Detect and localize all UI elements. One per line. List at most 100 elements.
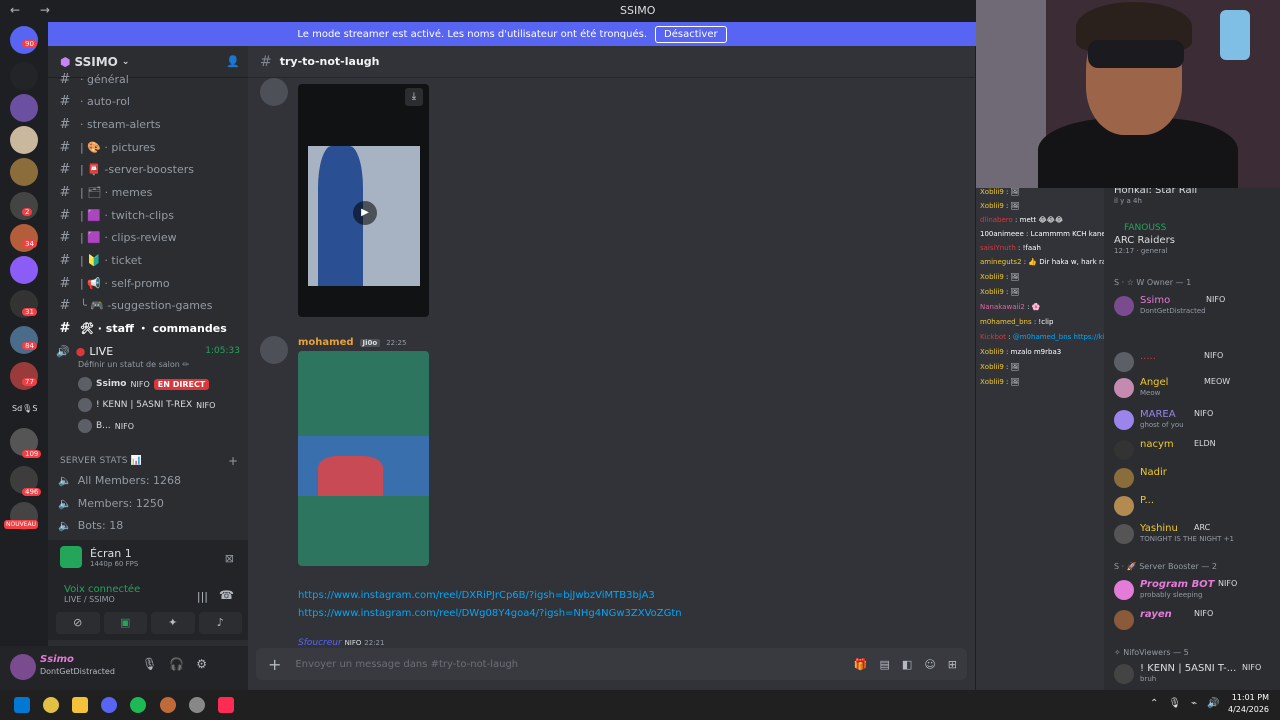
channel-item[interactable]: # | 📢 · self-promo bbox=[56, 272, 240, 294]
member-item[interactable]: P... bbox=[1114, 494, 1274, 518]
guild-icon[interactable] bbox=[10, 126, 38, 154]
stop-share-icon[interactable]: ⊠ bbox=[225, 552, 234, 565]
webcam-overlay bbox=[976, 0, 1280, 188]
message-input[interactable]: Envoyer un message dans #try-to-not-laug… bbox=[295, 659, 518, 670]
clock[interactable]: 11:01 PM 4/24/2026 bbox=[1228, 692, 1269, 716]
browser-icon[interactable] bbox=[160, 697, 176, 713]
channel-item[interactable]: # · général bbox=[56, 68, 240, 90]
gif-icon[interactable]: ▤ bbox=[880, 658, 890, 671]
emoji-icon[interactable]: ☺ bbox=[924, 658, 935, 671]
gift-icon[interactable]: 🎁 bbox=[854, 658, 868, 671]
member-item[interactable]: Angel MEOW Meow bbox=[1114, 376, 1274, 400]
member-item[interactable]: Yashinu ARC TONIGHT IS THE NIGHT +1 bbox=[1114, 522, 1274, 546]
channel-item[interactable]: # ╰ 🎮 -suggestion-games bbox=[56, 294, 240, 316]
apps-icon[interactable]: ⊞ bbox=[948, 658, 957, 671]
gear-icon[interactable]: ⚙ bbox=[196, 657, 207, 671]
windows-start-icon[interactable] bbox=[14, 697, 30, 713]
channel-item[interactable]: # | 🟪 · twitch-clips bbox=[56, 204, 240, 226]
network-icon[interactable]: ⌁ bbox=[1191, 698, 1197, 709]
member-section-title: S · 🚀 Server Booster — 2 bbox=[1114, 562, 1217, 571]
activities-button[interactable]: ✦ bbox=[151, 612, 195, 634]
member-item[interactable]: ..... NIFO bbox=[1114, 350, 1274, 374]
add-member-icon[interactable]: 👤 bbox=[226, 55, 240, 68]
channel-item[interactable]: # · auto-rol bbox=[56, 90, 240, 112]
channel-item[interactable]: # · stream-alerts bbox=[56, 113, 240, 135]
author-tag: Ji0o bbox=[359, 338, 381, 347]
avatar[interactable] bbox=[260, 336, 288, 364]
volume-icon[interactable]: 🔊 bbox=[1207, 698, 1219, 709]
voice-user[interactable]: B... NIFO bbox=[78, 417, 134, 435]
sticker-icon[interactable]: ◧ bbox=[902, 658, 912, 671]
chrome-icon[interactable] bbox=[43, 697, 59, 713]
spotify-icon[interactable] bbox=[130, 697, 146, 713]
member-name: Program BOT bbox=[1140, 579, 1215, 590]
app-icon[interactable] bbox=[189, 697, 205, 713]
video-attachment[interactable]: ⤓ ▶ bbox=[298, 84, 429, 317]
video-attachment[interactable] bbox=[298, 351, 429, 566]
microphone-icon[interactable]: 🎙 bbox=[1168, 698, 1181, 709]
stat-item[interactable]: 🔈 Members: 1250 bbox=[58, 492, 164, 514]
guild-icon[interactable] bbox=[10, 158, 38, 186]
play-icon[interactable]: ▶ bbox=[353, 201, 377, 225]
noise-suppression-icon[interactable]: ||| bbox=[197, 590, 208, 603]
soundboard-button[interactable]: ♪ bbox=[198, 612, 242, 634]
back-forward-icon[interactable]: ← → bbox=[10, 3, 58, 17]
disable-streamer-button[interactable]: Désactiver bbox=[655, 25, 727, 43]
channel-item[interactable]: # | 🗂 · memes bbox=[56, 181, 240, 203]
activity-item[interactable]: Honkai: Star Rail il y a 4h bbox=[1114, 188, 1274, 208]
voice-connection[interactable]: Voix connectée LIVE / SSIMO bbox=[64, 584, 140, 604]
camera-off-button[interactable]: ⊘ bbox=[56, 612, 100, 634]
microphone-icon[interactable]: 🎙 bbox=[142, 657, 157, 671]
stat-label: All Members: 1268 bbox=[77, 473, 182, 487]
member-item[interactable]: rayen NIFO bbox=[1114, 608, 1274, 632]
avatar bbox=[1114, 664, 1134, 684]
headphones-icon[interactable]: 🎧 bbox=[169, 657, 184, 671]
share-screen-button[interactable]: ▣ bbox=[103, 612, 147, 634]
avatar bbox=[1114, 440, 1134, 460]
channel-status-hint[interactable]: Définir un statut de salon ✏ bbox=[78, 360, 189, 369]
discord-icon[interactable] bbox=[101, 697, 117, 713]
channel-item[interactable]: # | 📮 -server-boosters bbox=[56, 158, 240, 180]
member-item[interactable]: Program BOT NIFO probably sleeping bbox=[1114, 578, 1274, 602]
add-channel-icon[interactable]: + bbox=[228, 454, 238, 468]
voice-user[interactable]: ! KENN | 5ASNI T-REX NIFO bbox=[78, 396, 215, 414]
tiktok-icon[interactable] bbox=[218, 697, 234, 713]
message-link[interactable]: https://www.instagram.com/reel/DWg08Y4go… bbox=[298, 608, 682, 619]
guild-icon[interactable] bbox=[10, 62, 38, 90]
message-link[interactable]: https://www.instagram.com/reel/DXRiPJrCp… bbox=[298, 590, 655, 601]
stat-item[interactable]: 🔈 All Members: 1268 bbox=[58, 469, 181, 491]
screen-share-row[interactable]: Écran 1 1440p 60 FPS bbox=[60, 546, 138, 568]
avatar[interactable] bbox=[260, 78, 288, 106]
channel-item-staff[interactable]: # 🛠 · staff ・ commandes bbox=[56, 317, 240, 339]
chat-line: amineguts2 : 👍 Dir haka w, hark rasek bbox=[980, 258, 1119, 266]
member-name: Yashinu bbox=[1140, 523, 1178, 534]
member-item[interactable]: nacym ELDN bbox=[1114, 438, 1274, 462]
member-tag: NIFO bbox=[1218, 579, 1238, 588]
guild-badge: 34 bbox=[22, 240, 37, 248]
activity-item[interactable]: ARC Raiders 12:17 · general bbox=[1114, 234, 1274, 258]
download-icon[interactable]: ⤓ bbox=[405, 88, 423, 106]
channel-item[interactable]: # | 🎨 · pictures bbox=[56, 136, 240, 158]
file-explorer-icon[interactable] bbox=[72, 697, 88, 713]
guild-icon[interactable] bbox=[10, 256, 38, 284]
stats-category[interactable]: SERVER STATS 📊 bbox=[60, 456, 142, 466]
channel-item[interactable]: # | 🟪 · clips-review bbox=[56, 226, 240, 248]
channel-item[interactable]: # | 🔰 · ticket bbox=[56, 249, 240, 271]
author-name[interactable]: Sfoucreur bbox=[298, 638, 342, 648]
avatar[interactable] bbox=[10, 654, 36, 680]
user-status: DontGetDistracted bbox=[40, 667, 115, 676]
add-attachment-icon[interactable]: + bbox=[268, 655, 281, 674]
chat-line: Nanakawaii2 : 🌸 bbox=[980, 303, 1041, 311]
disconnect-icon[interactable]: ☎ bbox=[219, 588, 234, 602]
member-item[interactable]: Nadir bbox=[1114, 466, 1274, 490]
chevron-up-icon[interactable]: ⌃ bbox=[1150, 698, 1158, 709]
member-item[interactable]: Ssimo NIFO DontGetDistracted bbox=[1114, 294, 1274, 318]
member-item[interactable]: MAREA NIFO ghost of you bbox=[1114, 408, 1274, 432]
voice-user[interactable]: Ssimo NIFO EN DIRECT bbox=[78, 375, 210, 393]
stat-item[interactable]: 🔈 Bots: 18 bbox=[58, 514, 123, 536]
member-item[interactable]: ! KENN | 5ASNI T-... NIFO bruh bbox=[1114, 662, 1274, 686]
author-name[interactable]: mohamed bbox=[298, 337, 354, 348]
voice-channel-live[interactable]: 🔊 ● LIVE 1:05:33 bbox=[56, 340, 240, 362]
guild-icon[interactable] bbox=[10, 94, 38, 122]
chat-user: Xoblii9 bbox=[980, 363, 1004, 371]
